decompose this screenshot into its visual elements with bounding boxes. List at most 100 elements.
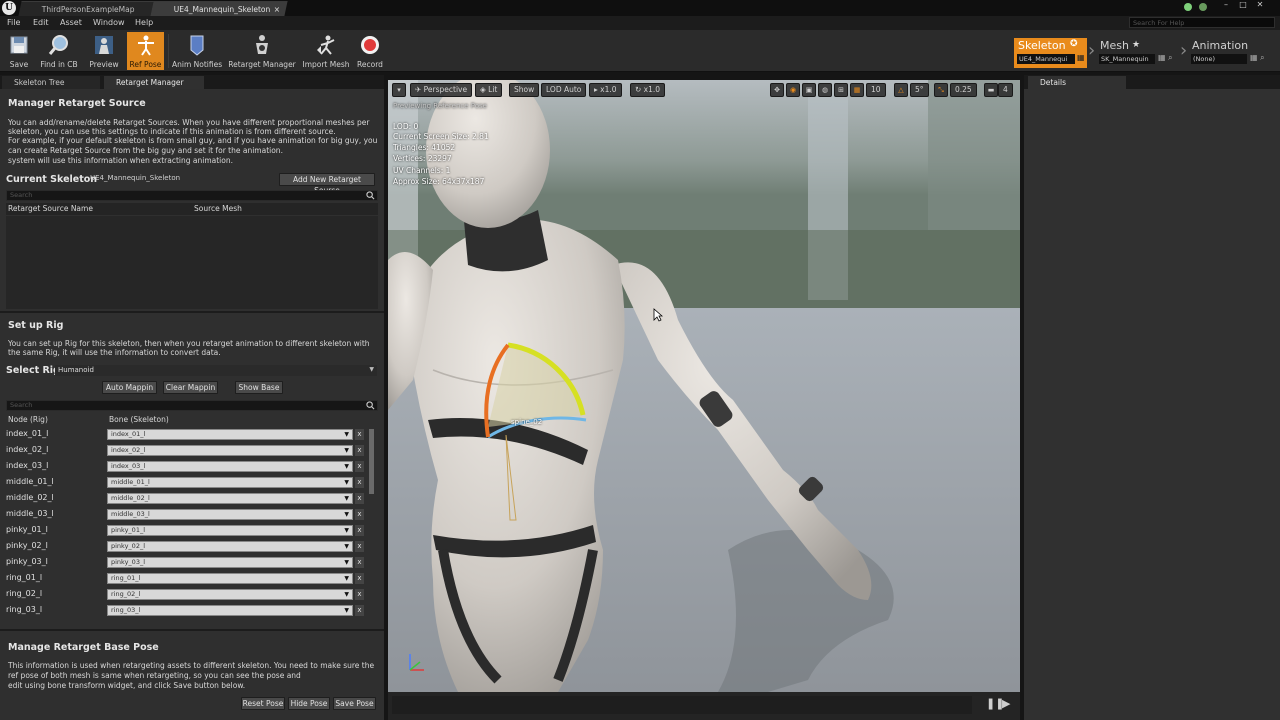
clear-bone-icon[interactable]: x	[355, 573, 364, 584]
perspective-button[interactable]: ✈ Perspective	[410, 83, 473, 97]
browse-asset-icon[interactable]: ▦ ⌕	[1158, 53, 1173, 63]
clear-bone-icon[interactable]: x	[355, 429, 364, 440]
bone-selector[interactable]: ring_01_l ▼	[107, 573, 353, 584]
bone-selector[interactable]: middle_01_l ▼	[107, 477, 353, 488]
grid-snap-value[interactable]: 10	[866, 83, 886, 97]
ref-pose-button[interactable]: Ref Pose	[127, 32, 164, 70]
rig-node-name: pinky_01_l	[6, 525, 48, 534]
chevron-down-icon: ▼	[344, 447, 349, 454]
scale-icon[interactable]: ▣	[802, 83, 816, 97]
tab-third-person-map[interactable]: ThirdPersonExampleMap	[18, 1, 154, 16]
select-rig-dropdown[interactable]: Humanoid ▼	[55, 365, 377, 376]
scale-snap-icon[interactable]: ⤡	[934, 83, 948, 97]
menu-help[interactable]: Help	[135, 17, 153, 29]
lod-button[interactable]: LOD Auto	[541, 83, 587, 97]
mode-skeleton[interactable]: Skeleton ✪ UE4_Mannequi ▦	[1014, 38, 1087, 68]
retarget-source-desc-4: can create Retarget Source from the big …	[8, 146, 283, 155]
notification-icon[interactable]	[1199, 3, 1207, 11]
bone-selector[interactable]: pinky_02_l ▼	[107, 541, 353, 552]
tab-mannequin-skeleton[interactable]: UE4_Mannequin_Skeleton ×	[150, 1, 288, 17]
help-search-input[interactable]: Search For Help	[1129, 17, 1275, 28]
star-icon[interactable]: ★	[1132, 40, 1140, 50]
clear-bone-icon[interactable]: x	[355, 477, 364, 488]
skeleton-asset-selector[interactable]: UE4_Mannequi	[1017, 54, 1075, 64]
save-button[interactable]: Save	[4, 32, 34, 70]
unreal-logo-icon[interactable]: U	[2, 1, 16, 15]
show-button[interactable]: Show	[509, 83, 540, 97]
bone-selector[interactable]: index_01_l ▼	[107, 429, 353, 440]
bone-selector[interactable]: index_03_l ▼	[107, 461, 353, 472]
camera-speed-icon[interactable]: ▬	[984, 83, 998, 97]
mode-animation[interactable]: Animation (None) ▦ ⌕	[1188, 38, 1278, 68]
clear-mapping-button[interactable]: Clear Mappin	[163, 381, 218, 394]
save-pose-button[interactable]: Save Pose	[333, 697, 376, 710]
world-space-icon[interactable]: ◍	[818, 83, 832, 97]
play-icon[interactable]: ▶	[1002, 697, 1010, 710]
menu-window[interactable]: Window	[93, 17, 125, 29]
import-mesh-button[interactable]: Import Mesh	[302, 32, 350, 70]
browse-asset-icon[interactable]: ▦ ⌕	[1250, 53, 1265, 63]
clear-bone-icon[interactable]: x	[355, 557, 364, 568]
reset-pose-button[interactable]: Reset Pose	[241, 697, 285, 710]
clear-bone-icon[interactable]: x	[355, 461, 364, 472]
camera-speed-value[interactable]: 4	[998, 83, 1013, 97]
bone-selector[interactable]: pinky_01_l ▼	[107, 525, 353, 536]
clear-bone-icon[interactable]: x	[355, 589, 364, 600]
tab-details[interactable]: Details	[1028, 76, 1126, 89]
clear-bone-icon[interactable]: x	[355, 541, 364, 552]
translate-icon[interactable]: ✥	[770, 83, 784, 97]
clear-bone-icon[interactable]: x	[355, 509, 364, 520]
record-button[interactable]: Record	[355, 32, 385, 70]
clear-bone-icon[interactable]: x	[355, 445, 364, 456]
mesh-asset-selector[interactable]: SK_Mannequin	[1099, 54, 1155, 64]
bone-selector[interactable]: index_02_l ▼	[107, 445, 353, 456]
rotation-snap-icon[interactable]: △	[894, 83, 908, 97]
show-base-button[interactable]: Show Base	[235, 381, 283, 394]
anim-notifies-button[interactable]: Anim Notifies	[172, 32, 222, 70]
browse-asset-icon[interactable]: ▦	[1077, 53, 1085, 62]
source-control-icon[interactable]	[1184, 3, 1192, 11]
add-new-retarget-source-button[interactable]: Add New Retarget Source	[279, 173, 375, 195]
bone-selector[interactable]: pinky_03_l ▼	[107, 557, 353, 568]
star-icon[interactable]: ✪	[1070, 39, 1078, 49]
clear-bone-icon[interactable]: x	[355, 493, 364, 504]
playback-speed-button[interactable]: ▸ x1.0	[589, 83, 622, 97]
grid-snap-icon[interactable]: ▦	[850, 83, 864, 97]
maximize-icon[interactable]: □	[1236, 0, 1250, 10]
close-tab-icon[interactable]: ×	[273, 2, 279, 17]
retarget-source-search-input[interactable]: Search	[6, 190, 378, 201]
menu-edit[interactable]: Edit	[33, 17, 49, 29]
clear-bone-icon[interactable]: x	[355, 525, 364, 536]
close-window-icon[interactable]: ✕	[1253, 0, 1267, 10]
timeline-scrubber[interactable]	[392, 696, 972, 714]
lit-button[interactable]: ◈ Lit	[475, 83, 503, 97]
bone-selector[interactable]: ring_03_l ▼	[107, 605, 353, 616]
clear-bone-icon[interactable]: x	[355, 605, 364, 616]
menu-file[interactable]: File	[7, 17, 20, 29]
menu-asset[interactable]: Asset	[60, 17, 82, 29]
preview-button[interactable]: Preview	[86, 32, 122, 70]
rotation-snap-value[interactable]: 5°	[910, 83, 929, 97]
viewport-options-icon[interactable]: ▾	[392, 83, 406, 97]
scale-snap-value[interactable]: 0.25	[950, 83, 977, 97]
preview-viewport[interactable]: ▾ ✈ Perspective ◈ Lit Show LOD Auto ▸ x1…	[388, 80, 1020, 692]
surface-snap-icon[interactable]: ⊞	[834, 83, 848, 97]
retarget-source-list[interactable]	[6, 216, 378, 309]
find-in-cb-button[interactable]: Find in CB	[38, 32, 80, 70]
rig-search-input[interactable]: Search	[6, 400, 378, 411]
tab-retarget-manager[interactable]: Retarget Manager	[104, 76, 204, 89]
rig-list-scrollbar[interactable]	[369, 429, 374, 494]
bone-selector-value: pinky_03_l	[111, 558, 146, 566]
auto-mapping-button[interactable]: Auto Mappin	[102, 381, 157, 394]
animation-asset-selector[interactable]: (None)	[1191, 54, 1247, 64]
retarget-manager-button[interactable]: Retarget Manager	[228, 32, 296, 70]
tab-skeleton-tree[interactable]: Skeleton Tree	[2, 76, 100, 89]
bone-selector[interactable]: middle_03_l ▼	[107, 509, 353, 520]
mode-mesh[interactable]: Mesh ★ SK_Mannequin ▦ ⌕	[1096, 38, 1176, 68]
bone-selector[interactable]: middle_02_l ▼	[107, 493, 353, 504]
hide-pose-button[interactable]: Hide Pose	[288, 697, 330, 710]
bone-selector[interactable]: ring_02_l ▼	[107, 589, 353, 600]
turntable-speed-button[interactable]: ↻ x1.0	[630, 83, 666, 97]
minimize-icon[interactable]: –	[1219, 0, 1233, 10]
rotate-icon[interactable]: ◉	[786, 83, 800, 97]
